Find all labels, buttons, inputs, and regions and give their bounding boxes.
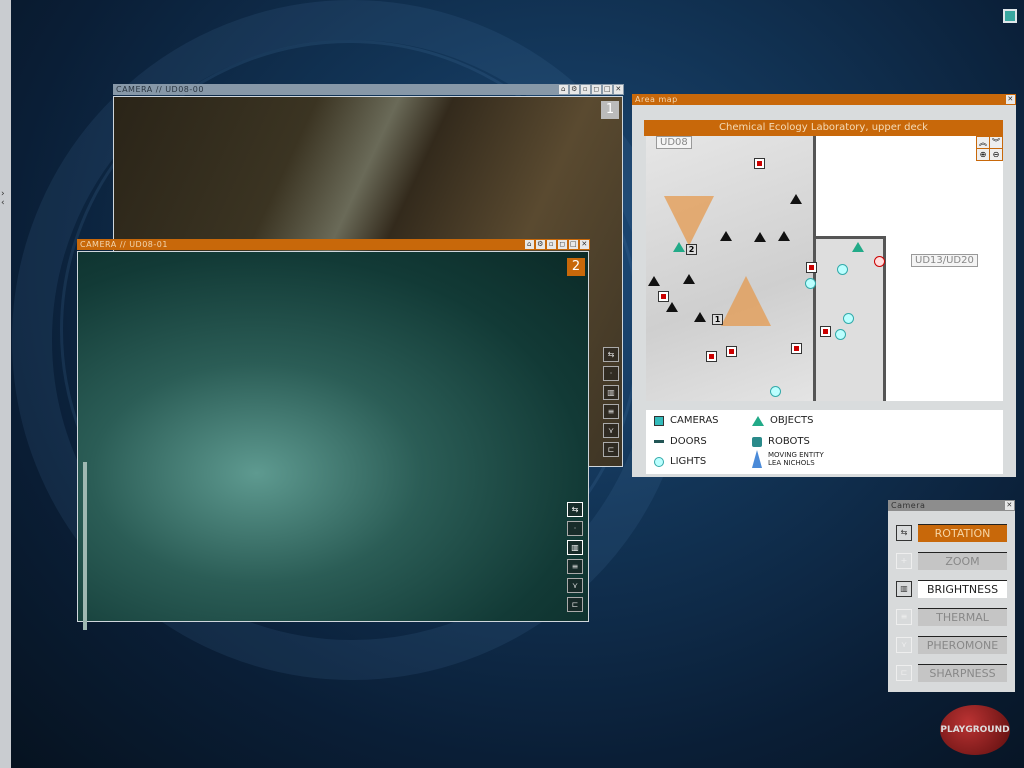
thermal-icon[interactable]: ≡ bbox=[603, 404, 619, 419]
camera-marker[interactable]: 2 bbox=[686, 244, 697, 255]
close-icon[interactable]: ✕ bbox=[1005, 501, 1014, 510]
door-icon bbox=[654, 440, 664, 443]
map-canvas[interactable]: UD08 UD13/UD20 2 1 ︽ ︾ ⊕ ⊖ bbox=[646, 136, 1003, 401]
thermal-icon: ≡ bbox=[896, 609, 912, 625]
close-icon[interactable]: ✕ bbox=[614, 85, 623, 94]
small-size-button[interactable]: ▫ bbox=[581, 85, 590, 94]
playground-logo: PLAYGROUND bbox=[940, 705, 1010, 755]
scroll-up-button[interactable]: ︽ bbox=[977, 137, 989, 148]
sharpness-icon[interactable]: ⊏ bbox=[567, 597, 583, 612]
camera-panel[interactable]: Camera ✕ ⇆ ROTATION + ZOOM ▥ BRIGHTNESS ≡… bbox=[888, 500, 1015, 692]
light-marker[interactable] bbox=[835, 329, 846, 340]
object-marker[interactable] bbox=[820, 326, 831, 337]
maximize-button[interactable]: □ bbox=[569, 240, 578, 249]
exit-label[interactable]: UD13/UD20 bbox=[911, 254, 978, 267]
light-marker[interactable] bbox=[805, 278, 816, 289]
chevron-icon: › ‹ bbox=[1, 189, 5, 208]
zoom-button: ZOOM bbox=[918, 552, 1007, 570]
lock-icon[interactable]: ⌂ bbox=[525, 240, 534, 249]
object-marker[interactable] bbox=[706, 351, 717, 362]
medium-size-button[interactable]: ◻ bbox=[592, 85, 601, 94]
camera-icon bbox=[654, 415, 664, 426]
brightness-icon[interactable]: ▥ bbox=[567, 540, 583, 555]
gear-icon[interactable]: ⚙ bbox=[570, 85, 579, 94]
zoom-icon[interactable]: · bbox=[603, 366, 619, 381]
zoom-icon[interactable]: · bbox=[567, 521, 583, 536]
object-marker[interactable] bbox=[683, 274, 695, 284]
zone-label: UD08 bbox=[656, 136, 692, 149]
light-marker[interactable] bbox=[837, 264, 848, 275]
camera-feed[interactable]: 2 ⇆ · ▥ ≡ ⋎ ⊏ bbox=[77, 251, 589, 630]
moving-entity-icon bbox=[752, 450, 762, 468]
map-controls: ︽ ︾ ⊕ ⊖ bbox=[976, 136, 1003, 161]
scroll-down-button[interactable]: ︾ bbox=[990, 137, 1002, 148]
light-marker[interactable] bbox=[843, 313, 854, 324]
camera-marker[interactable]: 1 bbox=[712, 314, 723, 325]
rotation-button[interactable]: ROTATION bbox=[918, 524, 1007, 542]
object-marker[interactable] bbox=[726, 346, 737, 357]
maximize-button[interactable]: □ bbox=[603, 85, 612, 94]
rotation-icon[interactable]: ⇆ bbox=[567, 502, 583, 517]
camera-window-2[interactable]: CAMERA // UD08-01 ⌂ ⚙ ▫ ◻ □ ✕ 2 ⇆ · ▥ ≡ ⋎ ⊏ bbox=[77, 239, 590, 630]
small-size-button[interactable]: ▫ bbox=[547, 240, 556, 249]
pheromone-icon[interactable]: ⋎ bbox=[603, 423, 619, 438]
close-icon[interactable]: ✕ bbox=[1006, 95, 1015, 104]
rotation-icon[interactable]: ⇆ bbox=[603, 347, 619, 362]
object-marker[interactable] bbox=[694, 312, 706, 322]
object-marker[interactable] bbox=[658, 291, 669, 302]
close-icon[interactable]: ✕ bbox=[580, 240, 589, 249]
light-icon bbox=[654, 456, 664, 467]
camera-number-badge: 2 bbox=[567, 258, 585, 276]
medium-size-button[interactable]: ◻ bbox=[558, 240, 567, 249]
area-map-window[interactable]: Area map ✕ Chemical Ecology Laboratory, u… bbox=[632, 94, 1016, 478]
title-bar[interactable]: Area map ✕ bbox=[632, 94, 1016, 105]
object-marker[interactable] bbox=[806, 262, 817, 273]
robot-icon bbox=[752, 436, 762, 447]
map-legend: CAMERAS DOORS LIGHTS OBJECTS ROBOTS MOVI… bbox=[646, 410, 1003, 474]
object-marker[interactable] bbox=[720, 231, 732, 241]
light-marker[interactable] bbox=[770, 386, 781, 397]
brightness-icon[interactable]: ▥ bbox=[603, 385, 619, 400]
light-marker[interactable] bbox=[874, 256, 885, 267]
pheromone-icon[interactable]: ⋎ bbox=[567, 578, 583, 593]
camera-view-cone bbox=[664, 196, 714, 246]
title-bar[interactable]: Camera ✕ bbox=[888, 500, 1015, 511]
brightness-button[interactable]: BRIGHTNESS bbox=[918, 580, 1007, 598]
brightness-icon[interactable]: ▥ bbox=[896, 581, 912, 597]
title-bar[interactable]: CAMERA // UD08-01 ⌂ ⚙ ▫ ◻ □ ✕ bbox=[77, 239, 590, 250]
desktop-toggle-button[interactable] bbox=[1003, 9, 1017, 23]
brightness-slider[interactable] bbox=[83, 462, 87, 630]
pheromone-icon: ⋎ bbox=[896, 637, 912, 653]
sharpness-icon: ⊏ bbox=[896, 665, 912, 681]
object-marker[interactable] bbox=[790, 194, 802, 204]
title-bar[interactable]: CAMERA // UD08-00 ⌂ ⚙ ▫ ◻ □ ✕ bbox=[113, 84, 624, 95]
pheromone-button: PHEROMONE bbox=[918, 636, 1007, 654]
object-marker[interactable] bbox=[666, 302, 678, 312]
object-marker[interactable] bbox=[648, 276, 660, 286]
thermal-button: THERMAL bbox=[918, 608, 1007, 626]
camera-view-cone bbox=[721, 276, 771, 326]
object-marker[interactable] bbox=[754, 158, 765, 169]
lab-zone bbox=[646, 136, 816, 401]
thermal-icon[interactable]: ≡ bbox=[567, 559, 583, 574]
object-marker[interactable] bbox=[673, 242, 685, 252]
object-marker[interactable] bbox=[754, 232, 766, 242]
object-icon bbox=[752, 415, 764, 426]
zoom-icon: + bbox=[896, 553, 912, 569]
object-marker[interactable] bbox=[852, 242, 864, 252]
gear-icon[interactable]: ⚙ bbox=[536, 240, 545, 249]
camera-number-badge: 1 bbox=[601, 101, 619, 119]
zoom-in-button[interactable]: ⊕ bbox=[977, 149, 989, 160]
zoom-out-button[interactable]: ⊖ bbox=[990, 149, 1002, 160]
map-header: Chemical Ecology Laboratory, upper deck bbox=[644, 120, 1003, 136]
object-marker[interactable] bbox=[791, 343, 802, 354]
object-marker[interactable] bbox=[778, 231, 790, 241]
lock-icon[interactable]: ⌂ bbox=[559, 85, 568, 94]
sharpness-icon[interactable]: ⊏ bbox=[603, 442, 619, 457]
left-drawer-handle[interactable]: › ‹ bbox=[0, 0, 11, 768]
rotation-icon[interactable]: ⇆ bbox=[896, 525, 912, 541]
sharpness-button: SHARPNESS bbox=[918, 664, 1007, 682]
